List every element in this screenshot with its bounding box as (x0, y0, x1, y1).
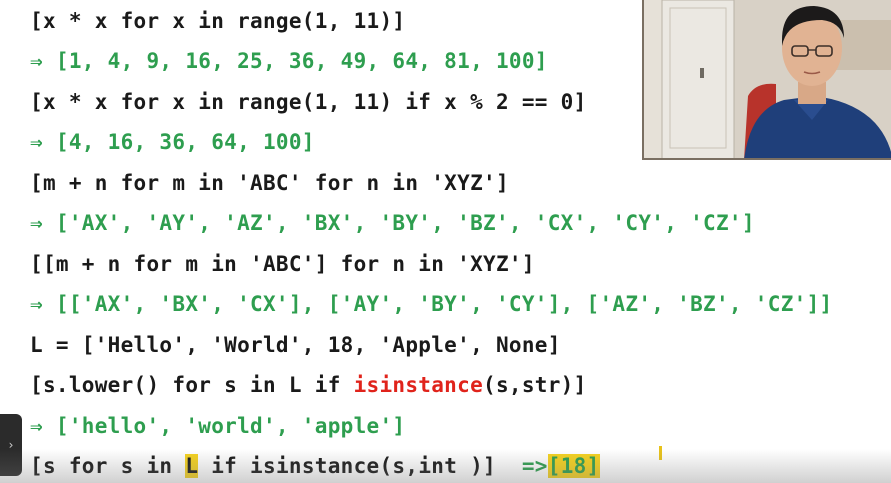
code-line-4: [[m + n for m in 'ABC'] for n in 'XYZ'] (30, 252, 535, 276)
chevron-right-icon: › (8, 438, 14, 452)
highlighted-keyword: isinstance (353, 373, 484, 397)
output-line-4: ⇒ [['AX', 'BX', 'CX'], ['AY', 'BY', 'CY'… (30, 292, 833, 316)
code-line-5: L = ['Hello', 'World', 18, 'Apple', None… (30, 333, 561, 357)
output-line-2: ⇒ [4, 16, 36, 64, 100] (30, 130, 315, 154)
lecture-screen: [x * x for x in range(1, 11)] ⇒ [1, 4, 9… (0, 0, 891, 483)
code-line-7-part2: if isinstance(s,int )] (198, 454, 522, 478)
text-cursor (659, 446, 662, 460)
output-line-3: ⇒ ['AX', 'AY', 'AZ', 'BX', 'BY', 'BZ', '… (30, 211, 755, 235)
code-line-6: [s.lower() for s in L if isinstance(s,st… (30, 372, 587, 398)
code-line-7-part1: [s for s in (30, 454, 186, 478)
highlighted-variable: L (185, 454, 199, 478)
output-line-1: ⇒ [1, 4, 9, 16, 25, 36, 49, 64, 81, 100] (30, 49, 548, 73)
code-line-6-after: (s,str)] (483, 373, 587, 397)
code-line-7: [s for s in L if isinstance(s,int )] =>[… (30, 453, 600, 479)
result-arrow: => (521, 454, 548, 478)
output-line-6: ⇒ ['hello', 'world', 'apple'] (30, 414, 406, 438)
highlighted-result: [18] (547, 454, 600, 478)
code-line-6-before: [s.lower() for s in L if (30, 373, 354, 397)
code-line-2: [x * x for x in range(1, 11) if x % 2 ==… (30, 90, 587, 114)
webcam-overlay (642, 0, 891, 160)
presenter-video (644, 0, 891, 158)
side-panel-toggle[interactable]: › (0, 414, 22, 476)
code-line-1: [x * x for x in range(1, 11)] (30, 9, 406, 33)
code-line-3: [m + n for m in 'ABC' for n in 'XYZ'] (30, 171, 509, 195)
